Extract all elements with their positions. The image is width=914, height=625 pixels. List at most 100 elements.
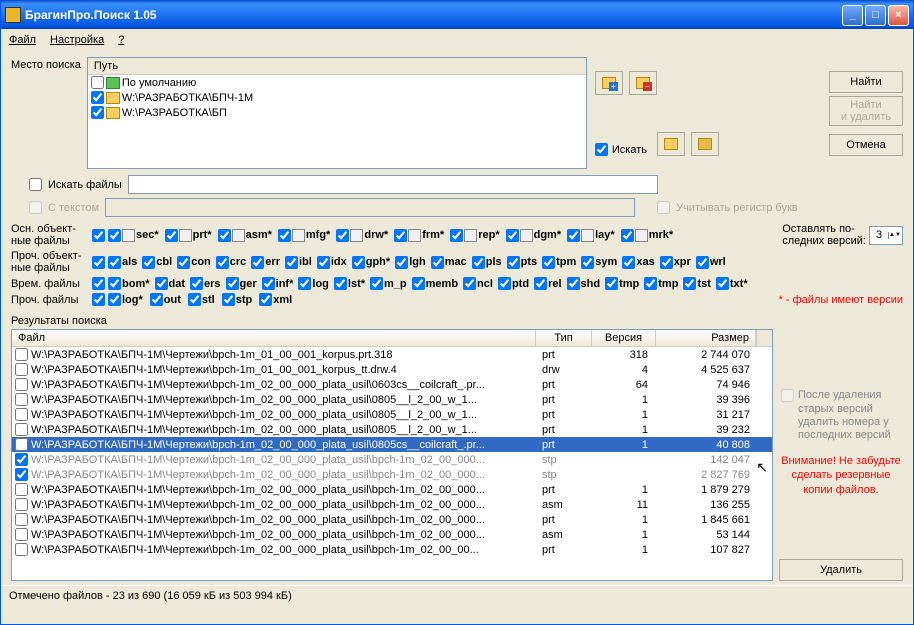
ext-checkbox[interactable]	[472, 256, 485, 269]
path-checkbox[interactable]	[91, 106, 104, 119]
row-checkbox[interactable]	[15, 513, 28, 526]
ext-asm[interactable]: asm*	[218, 229, 272, 242]
ext-checkbox[interactable]	[259, 293, 272, 306]
ext-checkbox[interactable]	[190, 277, 203, 290]
path-listbox[interactable]: Путь По умолчаниюW:\РАЗРАБОТКА\БПЧ-1МW:\…	[87, 57, 587, 169]
ext-txt[interactable]: txt*	[716, 277, 748, 290]
ext-checkbox[interactable]	[285, 256, 298, 269]
ext-checkbox[interactable]	[177, 256, 190, 269]
menu-help[interactable]: ?	[118, 34, 124, 46]
menu-settings[interactable]: Настройка	[50, 34, 104, 46]
table-row[interactable]: W:\РАЗРАБОТКА\БПЧ-1М\Чертежи\bpch-1m_02_…	[12, 467, 772, 482]
col-file[interactable]: Файл	[12, 330, 536, 346]
ext-lst[interactable]: lst*	[334, 277, 365, 290]
ext-log[interactable]: log	[298, 277, 329, 290]
ext-crc[interactable]: crc	[216, 256, 247, 269]
table-row[interactable]: W:\РАЗРАБОТКА\БПЧ-1М\Чертежи\bpch-1m_02_…	[12, 512, 772, 527]
ext-checkbox[interactable]	[507, 256, 520, 269]
path-row[interactable]: W:\РАЗРАБОТКА\БП	[88, 105, 586, 120]
ext-checkbox[interactable]	[370, 277, 383, 290]
row-checkbox[interactable]	[15, 378, 28, 391]
ext-checkbox[interactable]	[498, 277, 511, 290]
col-size[interactable]: Размер	[656, 330, 756, 346]
ext-checkbox[interactable]	[188, 293, 201, 306]
ext-checkbox[interactable]	[108, 229, 121, 242]
search-files-input[interactable]	[128, 175, 658, 194]
ext-checkbox[interactable]	[150, 293, 163, 306]
ext-checkbox[interactable]	[395, 256, 408, 269]
folder-button-2[interactable]	[691, 132, 719, 156]
ext-checkbox[interactable]	[605, 277, 618, 290]
ext-err[interactable]: err	[251, 256, 280, 269]
keep-last-spinner[interactable]: ▲▼	[869, 226, 903, 245]
col-type[interactable]: Тип	[536, 330, 592, 346]
row-checkbox[interactable]	[15, 408, 28, 421]
ext-mrk[interactable]: mrk*	[621, 229, 673, 242]
minimize-button[interactable]: _	[842, 5, 863, 26]
ext-inf[interactable]: inf*	[262, 277, 294, 290]
delete-button[interactable]: Удалить	[779, 559, 903, 581]
search-checkbox[interactable]	[595, 143, 608, 156]
ext-cbl[interactable]: cbl	[142, 256, 172, 269]
ext-log[interactable]: log*	[108, 293, 143, 306]
ext-frm[interactable]: frm*	[394, 229, 444, 242]
ext-tst[interactable]: tst	[683, 277, 710, 290]
row-checkbox[interactable]	[15, 423, 28, 436]
path-row[interactable]: По умолчанию	[88, 75, 586, 90]
ext-checkbox[interactable]	[506, 229, 519, 242]
folder-button-1[interactable]	[657, 132, 685, 156]
menu-file[interactable]: Файл	[9, 34, 36, 46]
ext-checkbox[interactable]	[298, 277, 311, 290]
ext-con[interactable]: con	[177, 256, 211, 269]
table-row[interactable]: W:\РАЗРАБОТКА\БПЧ-1М\Чертежи\bpch-1m_02_…	[12, 482, 772, 497]
ext-dgm[interactable]: dgm*	[506, 229, 562, 242]
ext-checkbox[interactable]	[463, 277, 476, 290]
ext-rep[interactable]: rep*	[450, 229, 499, 242]
add-path-button[interactable]: +	[595, 71, 623, 95]
ext-sym[interactable]: sym	[581, 256, 617, 269]
ext-ptd[interactable]: ptd	[498, 277, 529, 290]
ext-gph[interactable]: gph*	[352, 256, 390, 269]
table-row[interactable]: W:\РАЗРАБОТКА\БПЧ-1М\Чертежи\bpch-1m_02_…	[12, 527, 772, 542]
ext-tpm[interactable]: tpm	[542, 256, 576, 269]
ext-checkbox[interactable]	[278, 229, 291, 242]
maximize-button[interactable]: □	[865, 5, 886, 26]
row-checkbox[interactable]	[15, 393, 28, 406]
ext-stp[interactable]: stp	[222, 293, 253, 306]
table-row[interactable]: W:\РАЗРАБОТКА\БПЧ-1М\Чертежи\bpch-1m_01_…	[12, 362, 772, 377]
ext-checkbox[interactable]	[581, 256, 594, 269]
ext-ibl[interactable]: ibl	[285, 256, 312, 269]
ext-checkbox[interactable]	[412, 277, 425, 290]
ext-checkbox[interactable]	[683, 277, 696, 290]
table-row[interactable]: W:\РАЗРАБОТКА\БПЧ-1М\Чертежи\bpch-1m_02_…	[12, 497, 772, 512]
ext-checkbox[interactable]	[334, 277, 347, 290]
ext-bom[interactable]: bom*	[108, 277, 150, 290]
table-row[interactable]: W:\РАЗРАБОТКА\БПЧ-1М\Чертежи\bpch-1m_02_…	[12, 542, 772, 557]
row-checkbox[interactable]	[15, 483, 28, 496]
ext-mac[interactable]: mac	[431, 256, 467, 269]
ext-checkbox[interactable]	[622, 256, 635, 269]
ext-checkbox[interactable]	[218, 229, 231, 242]
row-checkbox[interactable]	[15, 438, 28, 451]
ext-als[interactable]: als	[108, 256, 137, 269]
find-button[interactable]: Найти	[829, 71, 903, 93]
ext-checkbox[interactable]	[621, 229, 634, 242]
ext-checkbox[interactable]	[696, 256, 709, 269]
ext-checkbox[interactable]	[108, 277, 121, 290]
row-checkbox[interactable]	[15, 528, 28, 541]
ext-xml[interactable]: xml	[259, 293, 292, 306]
ext-prt[interactable]: prt*	[165, 229, 212, 242]
table-row[interactable]: W:\РАЗРАБОТКА\БПЧ-1М\Чертежи\bpch-1m_01_…	[12, 347, 772, 362]
ext-idx[interactable]: idx	[317, 256, 347, 269]
ext-checkbox[interactable]	[394, 229, 407, 242]
ext-ncl[interactable]: ncl	[463, 277, 493, 290]
other-obj-all-checkbox[interactable]	[92, 256, 105, 269]
ext-lay[interactable]: lay*	[567, 229, 615, 242]
remove-path-button[interactable]: −	[629, 71, 657, 95]
other-files-all-checkbox[interactable]	[92, 293, 105, 306]
ext-stl[interactable]: stl	[188, 293, 215, 306]
path-checkbox[interactable]	[91, 91, 104, 104]
row-checkbox[interactable]	[15, 498, 28, 511]
ext-memb[interactable]: memb	[412, 277, 458, 290]
close-button[interactable]: ×	[888, 5, 909, 26]
